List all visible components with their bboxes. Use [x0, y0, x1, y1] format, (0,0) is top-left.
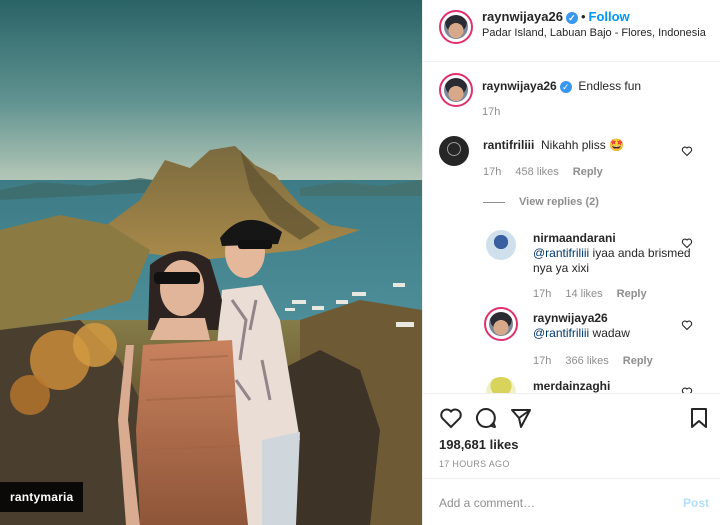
caption-avatar[interactable] [439, 73, 473, 107]
reply-button[interactable]: Reply [573, 166, 603, 178]
caption-text: raynwijaya26 ✓ Endless fun [482, 79, 707, 94]
comment-avatar[interactable] [439, 136, 469, 166]
post-side-panel: raynwijaya26 ✓ • Follow Padar Island, Labua… [422, 0, 720, 525]
reply-text: merdainzaghi [533, 379, 693, 393]
add-comment-bar: Post [423, 478, 720, 525]
photo-user-tag[interactable]: rantymaria [0, 482, 84, 512]
comment-bubble-icon[interactable] [474, 406, 498, 430]
comment-input[interactable] [439, 493, 659, 513]
reply-likes[interactable]: 14 likes [565, 288, 602, 300]
verified-badge-icon: ✓ [565, 12, 578, 24]
reply-body: wadaw [589, 326, 630, 340]
reply-username[interactable]: nirmaandarani [533, 231, 616, 245]
view-replies-toggle[interactable]: View replies (2) [483, 196, 599, 208]
comment-likes[interactable]: 458 likes [515, 166, 558, 178]
avatar-image [444, 78, 468, 102]
share-send-icon[interactable] [509, 406, 533, 430]
reply-username[interactable]: raynwijaya26 [533, 311, 608, 325]
comment-meta: 17h 458 likes Reply [483, 166, 617, 178]
comments-list[interactable]: raynwijaya26 ✓ Endless fun 17h rantifrili… [423, 63, 720, 393]
reply-text: nirmaandarani @rantifriliii iyaa anda br… [533, 231, 693, 276]
reply-button[interactable]: Reply [617, 288, 647, 300]
photo-scene [0, 0, 422, 525]
heart-icon[interactable] [681, 145, 693, 157]
reply-avatar[interactable] [486, 377, 516, 393]
reply-meta: 17h 14 likes Reply [533, 288, 661, 300]
caption-time[interactable]: 17h [482, 106, 500, 118]
separator-dot: • [580, 9, 586, 24]
post-header: raynwijaya26 ✓ • Follow Padar Island, Labua… [423, 0, 720, 62]
avatar-image [489, 312, 513, 336]
like-heart-icon[interactable] [439, 406, 463, 430]
verified-badge-icon: ✓ [559, 81, 572, 93]
comment-body: Nikahh pliss 🤩 [541, 138, 624, 152]
caption-meta: 17h [482, 106, 514, 118]
reply-button[interactable]: Reply [623, 355, 653, 367]
reply-avatar[interactable] [484, 307, 518, 341]
reply-username[interactable]: merdainzaghi [533, 379, 610, 393]
follow-button[interactable]: Follow [589, 9, 630, 24]
avatar-image [444, 15, 468, 39]
divider-line [483, 201, 505, 203]
view-replies-label: View replies (2) [519, 196, 599, 208]
mention-link[interactable]: @rantifriliii [533, 326, 589, 340]
reply-likes[interactable]: 366 likes [565, 355, 608, 367]
comment-username[interactable]: rantifriliii [483, 138, 534, 152]
reply-meta: 17h 366 likes Reply [533, 355, 667, 367]
reply-time[interactable]: 17h [533, 355, 551, 367]
heart-icon[interactable] [681, 319, 693, 331]
reply-time[interactable]: 17h [533, 288, 551, 300]
post-photo[interactable]: rantymaria [0, 0, 422, 525]
likes-count[interactable]: 198,681 likes [439, 437, 519, 452]
author-line: raynwijaya26 ✓ • Follow [482, 9, 630, 24]
comment-time[interactable]: 17h [483, 166, 501, 178]
avatar-image [447, 142, 461, 156]
caption-username[interactable]: raynwijaya26 [482, 79, 557, 93]
reply-text: raynwijaya26 @rantifriliii wadaw [533, 311, 693, 341]
reply-avatar[interactable] [486, 230, 516, 260]
caption-body: Endless fun [578, 79, 642, 93]
mention-link[interactable]: @rantifriliii [533, 246, 589, 260]
bookmark-icon[interactable] [687, 406, 711, 430]
heart-icon[interactable] [681, 386, 693, 393]
location-link[interactable]: Padar Island, Labuan Bajo - Flores, Indo… [482, 27, 706, 39]
post-timestamp[interactable]: 17 HOURS AGO [439, 459, 510, 469]
author-avatar[interactable] [439, 10, 473, 44]
post-actions: 198,681 likes 17 HOURS AGO [423, 393, 720, 477]
post-comment-button[interactable]: Post [683, 496, 709, 510]
author-username[interactable]: raynwijaya26 [482, 9, 563, 24]
heart-icon[interactable] [681, 237, 693, 249]
comment-text: rantifriliii Nikahh pliss 🤩 [483, 138, 683, 153]
